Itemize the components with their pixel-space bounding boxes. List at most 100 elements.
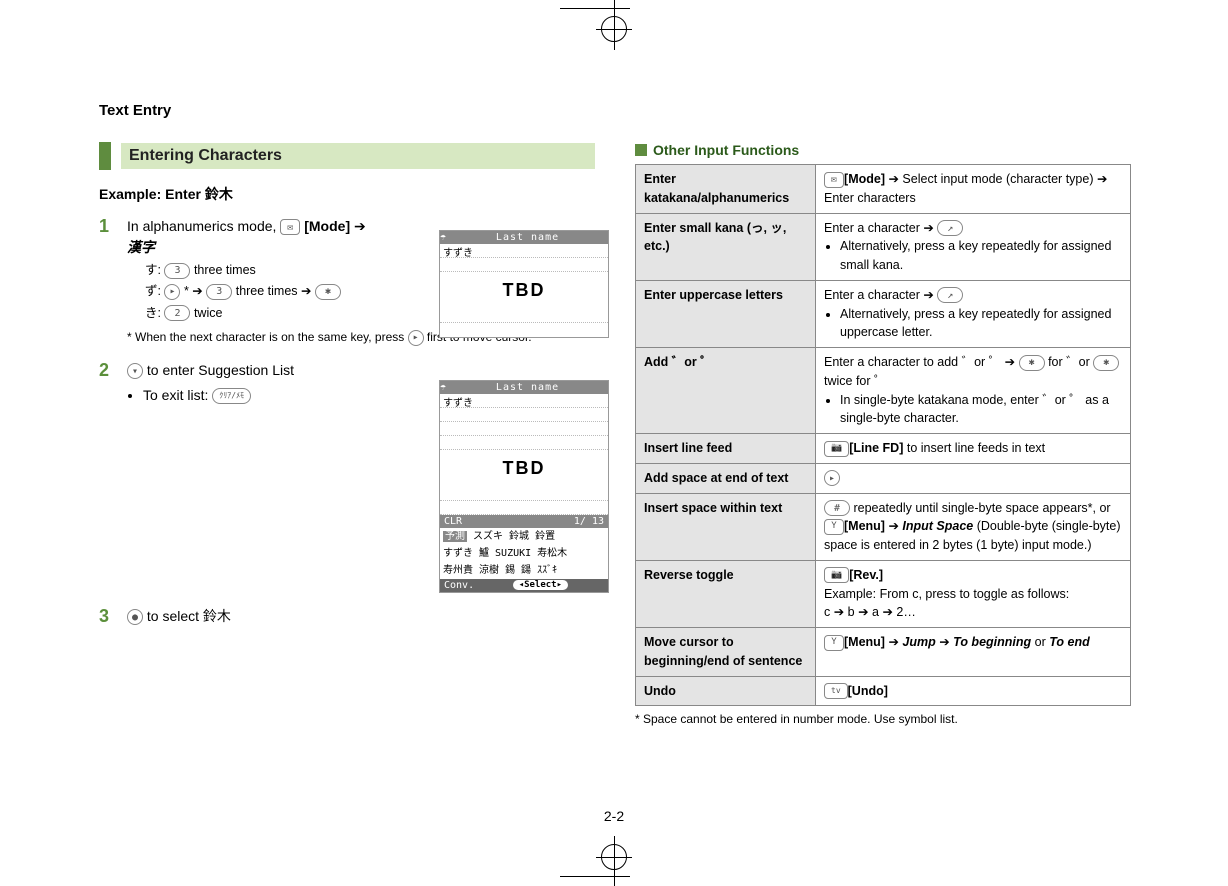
func-label: Insert space within text [636,493,816,560]
ss-foot: CLR 1/ 13 [440,515,608,528]
arrow-icon: ➔ [354,218,366,234]
camera-key-icon [824,441,849,457]
ss-line [440,323,608,337]
bullet: Alternatively, press a key repeatedly fo… [840,237,1122,275]
ss-tbd: TBD [440,450,608,487]
table-row: Move cursor to beginning/end of sentence… [636,628,1131,677]
heading-text: Entering Characters [121,143,595,169]
crop-mark [614,839,615,875]
ss-line [440,309,608,323]
ss-line [440,487,608,501]
phone-screenshot-1: ☂Last name すずき TBD [439,230,609,338]
heading-tick [99,142,111,170]
step-3: 3 ● to select 鈴木 [99,606,595,627]
func-desc: [Undo] [816,676,1131,706]
page-number: 2-2 [604,808,624,824]
ss-select-bar: Conv. ◂Select▸ [440,579,608,592]
mode-label: [Mode] [304,218,350,234]
ss-title: ☂Last name [440,381,608,394]
key-star: ✱ [1019,355,1045,371]
y-key-icon [824,519,844,535]
func-desc: Enter a character ➔ ↗ Alternatively, pre… [816,213,1131,280]
mail-key-icon [824,172,844,188]
sub-zu-suffix: three times ➔ [236,284,315,298]
func-desc: [Mode] ➔ Select input mode (character ty… [816,165,1131,214]
right-key-icon: ▸ [408,330,424,346]
step-num: 3 [99,606,117,627]
table-row: Enter uppercase letters Enter a characte… [636,280,1131,347]
table-row: Add space at end of text ▸ [636,463,1131,493]
left-column: Entering Characters Example: Enter 鈴木 1 … [99,78,595,808]
func-label: Insert line feed [636,434,816,464]
sub-zu-mid: * ➔ [184,284,206,298]
crop-mark [614,11,615,47]
func-label: Reverse toggle [636,560,816,627]
crop-mark [560,876,630,877]
ss-line: すずき [440,394,608,408]
tv-key-icon [824,683,848,699]
ss-line [440,501,608,515]
ss-title: ☂Last name [440,231,608,244]
bullet: In single-byte katakana mode, enter ゛or … [840,391,1122,429]
key-star: ✱ [1093,355,1119,371]
ss-line [440,408,608,422]
crop-mark [560,8,630,9]
func-label: Enter small kana (っ, ッ, etc.) [636,213,816,280]
sub-ki-suffix: twice [194,306,222,320]
func-desc: Enter a character ➔ ↗ Alternatively, pre… [816,280,1131,347]
table-row: Insert space within text # repeatedly un… [636,493,1131,560]
step1-text-a: In alphanumerics mode, [127,218,280,234]
exit-list-label: To exit list: [143,387,212,403]
conv-label: Conv. [440,580,474,591]
sub-su-prefix: す: [145,263,164,277]
other-functions-heading: Other Input Functions [635,142,1131,158]
call-key-icon: ↗ [937,220,963,236]
step2-text: to enter Suggestion List [147,362,294,378]
table-row: Undo [Undo] [636,676,1131,706]
right-key-icon: ▸ [164,284,180,300]
counter-label: 1/ 13 [574,516,604,527]
heading-square-icon [635,144,647,156]
bullet: Alternatively, press a key repeatedly fo… [840,305,1122,343]
section-heading: Entering Characters [99,142,595,170]
ss-line [440,436,608,450]
call-key-icon: ↗ [937,287,963,303]
y-key-icon [824,635,844,651]
ss-line [440,258,608,272]
footnote: * Space cannot be entered in number mode… [635,712,1131,726]
ss-line: すずき [440,244,608,258]
func-desc: # repeatedly until single-byte space app… [816,493,1131,560]
table-row: Insert line feed [Line FD] to insert lin… [636,434,1131,464]
sub-zu-prefix: ず: [145,284,164,298]
step1-note: * When the next character is on the same… [127,330,408,344]
ss-suggestion: 寿州貴 涼樹 錫 鐋 ｽｽﾞｷ [440,562,608,579]
step-num: 1 [99,216,117,346]
right-key-icon: ▸ [824,470,840,486]
step-body: ● to select 鈴木 [127,606,595,627]
key-star: ✱ [315,284,341,300]
clear-key: ｸﾘｱ/ﾒﾓ [212,388,251,404]
ss-suggestion: 予測 スズキ 鈴城 鈴置 [440,528,608,545]
table-row: Enter small kana (っ, ッ, etc.) Enter a ch… [636,213,1131,280]
ss-suggestion: すずき 鱸 SUZUKI 寿松木 [440,545,608,562]
func-label: Move cursor to beginning/end of sentence [636,628,816,677]
sub-su-suffix: three times [194,263,256,277]
table-row: Reverse toggle [Rev.] Example: From c, p… [636,560,1131,627]
func-label: Enter katakana/alphanumerics [636,165,816,214]
ss-line [440,422,608,436]
func-desc: [Rev.] Example: From c, press to toggle … [816,560,1131,627]
key-3: 3 [164,263,190,279]
ss-tbd: TBD [440,272,608,309]
step3-text: to select 鈴木 [147,608,231,624]
func-desc: ▸ [816,463,1131,493]
key-3: 3 [206,284,232,300]
table-row: Enter katakana/alphanumerics [Mode] ➔ Se… [636,165,1131,214]
down-key-icon: ▾ [127,363,143,379]
right-column: Other Input Functions Enter katakana/alp… [635,78,1131,808]
table-row: Add ゛or ゜ Enter a character to add ゛or ゜… [636,348,1131,434]
center-key-icon: ● [127,609,143,625]
camera-key-icon [824,567,849,583]
func-desc: [Line FD] to insert line feeds in text [816,434,1131,464]
kanji-label: 漢字 [127,239,155,255]
key-hash: # [824,500,850,516]
